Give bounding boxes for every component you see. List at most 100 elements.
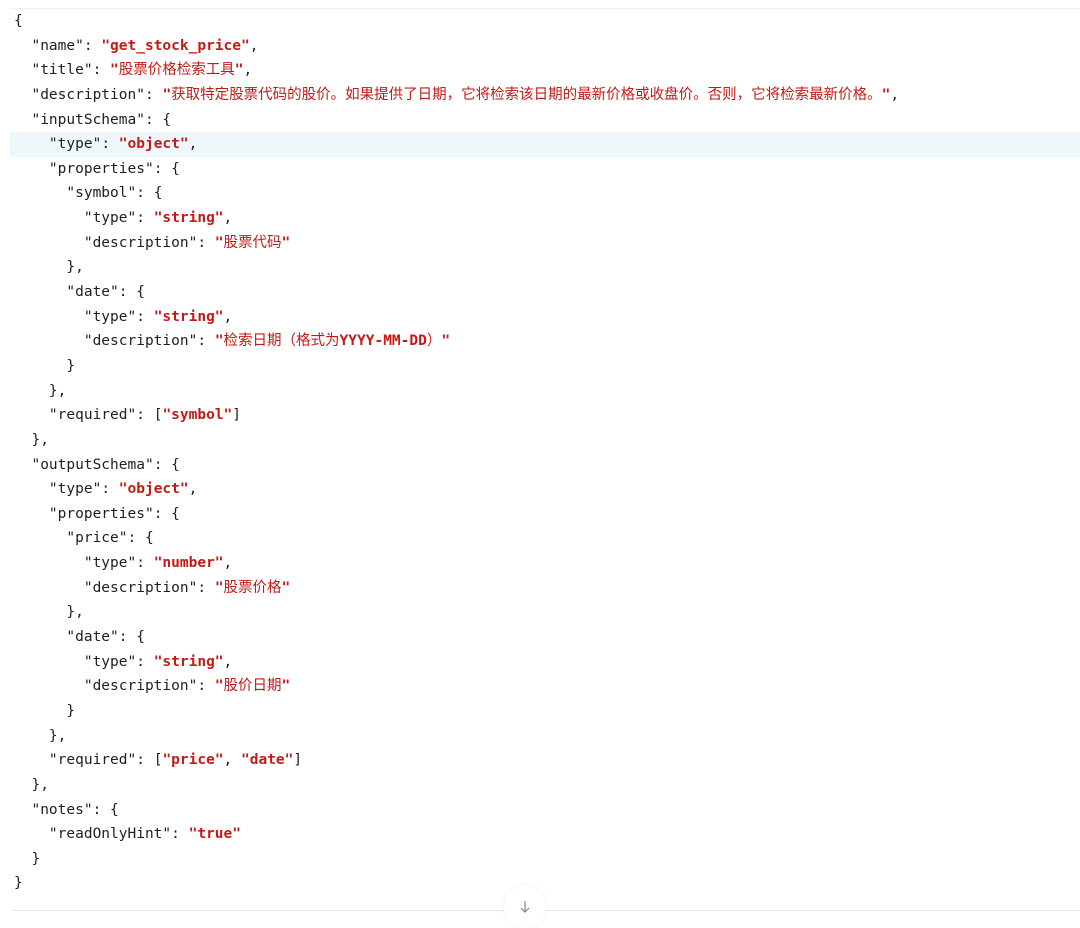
punctuation-token: } [14, 875, 23, 892]
punctuation-token: : { [144, 111, 172, 128]
punctuation-token [14, 506, 49, 522]
key-token: "type" [83, 555, 137, 572]
key-token: "properties" [48, 160, 154, 177]
punctuation-token [14, 185, 66, 201]
key-token: "description" [31, 86, 145, 103]
code-line: }, [10, 255, 1080, 280]
code-line: }, [10, 428, 1080, 453]
punctuation-token: { [14, 13, 23, 29]
code-line: "inputSchema": { [10, 108, 1080, 133]
punctuation-token: , [223, 555, 233, 572]
punctuation-token: : { [153, 160, 180, 177]
punctuation-token: : [144, 86, 163, 103]
punctuation-token: , [188, 136, 198, 153]
string-token: 检索日期（格式为 [223, 333, 340, 350]
key-token: "required" [48, 407, 137, 424]
punctuation-token: : { [118, 629, 145, 646]
punctuation-token [14, 752, 49, 768]
string-token: " [214, 333, 224, 350]
punctuation-token: }, [14, 382, 67, 399]
key-token: "date" [66, 284, 119, 301]
arrow-down-icon [520, 901, 530, 913]
punctuation-token: }, [14, 431, 49, 448]
punctuation-token: , [243, 62, 253, 79]
punctuation-token [14, 555, 84, 571]
string-token: YYYY-MM-DD [339, 333, 427, 350]
string-token: "get_stock_price" [101, 37, 250, 54]
punctuation-token: : [197, 579, 215, 596]
divider [12, 910, 1080, 911]
punctuation-token: : [136, 308, 154, 325]
string-token: "price" [162, 752, 224, 769]
punctuation-token [14, 62, 31, 78]
code-line: "type": "object", [10, 132, 1080, 157]
punctuation-token [14, 481, 49, 497]
string-token: " [441, 333, 451, 350]
punctuation-token: : { [153, 505, 180, 522]
code-line: "date": { [10, 280, 1080, 305]
code-line: }, [10, 600, 1080, 625]
key-token: "type" [83, 653, 137, 670]
scroll-down-button[interactable] [504, 886, 546, 928]
punctuation-token: : [197, 333, 215, 350]
key-token: "readOnlyHint" [48, 826, 172, 843]
punctuation-token [14, 678, 84, 694]
punctuation-token: : [136, 555, 154, 572]
code-line: }, [10, 724, 1080, 749]
code-line: "properties": { [10, 157, 1080, 182]
punctuation-token: : { [136, 185, 163, 202]
punctuation-token [14, 235, 84, 251]
key-token: "type" [83, 308, 137, 325]
punctuation-token: } [14, 702, 76, 719]
code-line: "description": "获取特定股票代码的股价。如果提供了日期，它将检索… [10, 83, 1080, 108]
key-token: "notes" [31, 801, 93, 818]
punctuation-token [14, 38, 31, 54]
code-line: "date": { [10, 625, 1080, 650]
punctuation-token [14, 826, 49, 842]
punctuation-token [14, 530, 66, 546]
punctuation-token: }, [14, 259, 84, 276]
string-token: "string" [153, 210, 224, 227]
code-line: "price": { [10, 526, 1080, 551]
code-line: } [10, 847, 1080, 872]
string-token: "string" [153, 653, 224, 670]
punctuation-token: , [890, 86, 900, 103]
punctuation-token: : [136, 653, 154, 670]
punctuation-token [14, 457, 31, 473]
punctuation-token [14, 580, 84, 596]
code-line: "properties": { [10, 502, 1080, 527]
punctuation-token: : { [127, 530, 154, 547]
punctuation-token: , [188, 481, 198, 498]
code-line: "readOnlyHint": "true" [10, 822, 1080, 847]
key-token: "title" [31, 62, 93, 79]
key-token: "type" [48, 481, 102, 498]
punctuation-token: ] [293, 752, 303, 769]
punctuation-token: : [ [136, 752, 163, 769]
code-line: "type": "string", [10, 650, 1080, 675]
punctuation-token [14, 333, 84, 349]
punctuation-token [14, 407, 49, 423]
string-token: "symbol" [162, 407, 233, 424]
string-token: " [214, 579, 224, 596]
key-token: "inputSchema" [31, 111, 145, 128]
string-token: " [214, 678, 224, 695]
code-line: "type": "object", [10, 477, 1080, 502]
code-line: "description": "股票代码" [10, 231, 1080, 256]
punctuation-token [14, 210, 84, 226]
key-token: "description" [83, 333, 198, 350]
punctuation-token: : [92, 62, 111, 79]
code-line: "symbol": { [10, 181, 1080, 206]
key-token: "properties" [48, 505, 154, 522]
punctuation-token: ] [232, 407, 242, 424]
punctuation-token: } [14, 850, 41, 867]
string-token: " [281, 579, 291, 596]
punctuation-token: , [223, 752, 242, 769]
string-token: " [281, 234, 291, 251]
code-line: "description": "股票价格" [10, 576, 1080, 601]
punctuation-token: : [101, 136, 119, 153]
code-line: "type": "number", [10, 551, 1080, 576]
punctuation-token: } [14, 357, 76, 374]
string-token: 股票价格检索工具 [118, 62, 235, 79]
string-token: " [162, 86, 172, 103]
punctuation-token [14, 284, 66, 300]
